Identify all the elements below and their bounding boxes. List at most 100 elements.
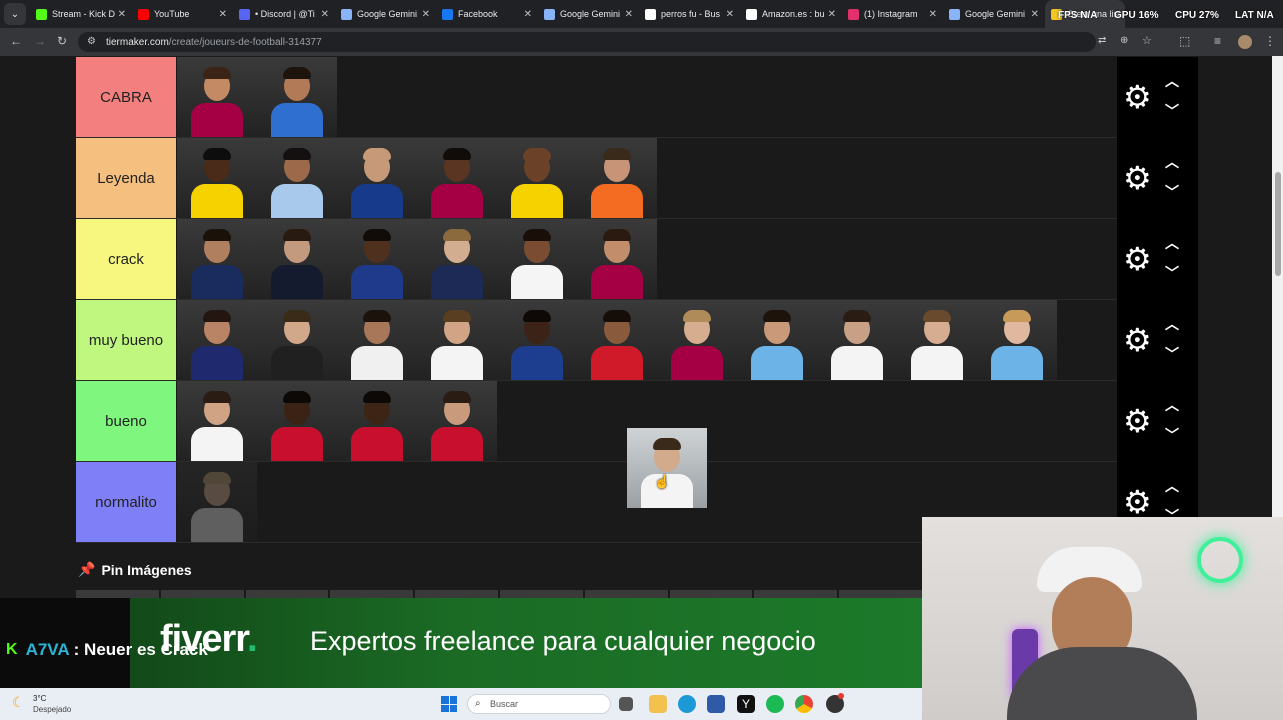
browser-tab[interactable]: YouTube ✕ [132,0,233,28]
player-image[interactable] [577,219,657,299]
move-down-icon[interactable]: ﹀ [1165,344,1179,364]
move-up-icon[interactable]: ︿ [1165,476,1179,496]
profile-avatar[interactable] [1238,35,1252,49]
close-tab-icon[interactable]: ✕ [321,9,329,20]
close-tab-icon[interactable]: ✕ [625,9,633,20]
edge-icon[interactable] [678,695,696,713]
bookmark-star-icon[interactable]: ☆ [1142,34,1152,47]
browser-tab[interactable]: Google Gemini ✕ [538,0,639,28]
app-y-icon[interactable]: Y [737,695,755,713]
browser-tab[interactable]: • Discord | @Ti ✕ [233,0,335,28]
player-image[interactable] [337,300,417,380]
player-image[interactable] [977,300,1057,380]
browser-tab[interactable]: Facebook ✕ [436,0,538,28]
taskbar-search[interactable]: ⌕ Buscar [467,694,611,714]
player-image[interactable] [497,219,577,299]
pushpin-icon[interactable]: 📌 [78,561,95,578]
player-image[interactable] [177,138,257,218]
close-tab-icon[interactable]: ✕ [828,9,836,20]
move-down-icon[interactable]: ﹀ [1165,425,1179,445]
player-image[interactable] [577,300,657,380]
close-tab-icon[interactable]: ✕ [524,9,532,20]
reload-icon[interactable]: ↻ [57,34,67,48]
scrollbar-thumb[interactable] [1275,172,1281,276]
player-image[interactable] [497,300,577,380]
browser-tab[interactable]: perros fu - Bus ✕ [639,0,740,28]
player-image[interactable] [177,300,257,380]
move-up-icon[interactable]: ︿ [1165,233,1179,253]
move-up-icon[interactable]: ︿ [1165,395,1179,415]
weather-temp[interactable]: 3°C [33,694,46,703]
gear-icon[interactable]: ⚙ [1123,160,1152,196]
player-image[interactable] [177,219,257,299]
chrome-icon[interactable] [795,695,813,713]
extensions-icon[interactable]: ⬚ [1179,34,1190,48]
windows-start-icon[interactable] [441,696,457,712]
menu-kebab-icon[interactable]: ⋮ [1264,34,1276,48]
player-image[interactable] [417,219,497,299]
forward-icon[interactable]: → [34,34,46,48]
spotify-icon[interactable] [766,695,784,713]
player-image[interactable] [737,300,817,380]
tier-label[interactable]: bueno [76,381,176,461]
player-image[interactable] [257,381,337,461]
browser-tab[interactable]: Stream - Kick D ✕ [30,0,132,28]
tier-label[interactable]: CABRA [76,57,176,137]
move-up-icon[interactable]: ︿ [1165,71,1179,91]
gear-icon[interactable]: ⚙ [1123,79,1152,115]
close-tab-icon[interactable]: ✕ [1031,9,1039,20]
close-tab-icon[interactable]: ✕ [422,9,430,20]
back-icon[interactable]: ← [10,34,22,48]
gear-icon[interactable]: ⚙ [1123,484,1152,520]
browser-tab[interactable]: Amazon.es : bu ✕ [740,0,842,28]
player-image[interactable] [627,428,707,508]
tier-label[interactable]: Leyenda [76,138,176,218]
player-image[interactable] [657,300,737,380]
tier-label[interactable]: normalito [76,462,176,542]
browser-tab[interactable]: Google Gemini ✕ [943,0,1045,28]
weather-desc[interactable]: Despejado [33,705,71,714]
close-tab-icon[interactable]: ✕ [929,9,937,20]
move-up-icon[interactable]: ︿ [1165,314,1179,334]
player-image[interactable] [177,462,257,542]
player-image[interactable] [257,300,337,380]
zoom-icon[interactable]: ⊕ [1120,35,1128,46]
tier-label[interactable]: crack [76,219,176,299]
player-image[interactable] [257,138,337,218]
address-bar[interactable]: ⚙ tiermaker.com/create/joueurs-de-footba… [78,32,1152,52]
player-image[interactable] [337,381,417,461]
close-tab-icon[interactable]: ✕ [726,9,734,20]
media-controls-icon[interactable]: ≡ [1214,34,1221,48]
site-info-icon[interactable]: ⚙ [87,36,96,47]
player-image[interactable] [257,57,337,137]
gear-icon[interactable]: ⚙ [1123,403,1152,439]
move-down-icon[interactable]: ﹀ [1165,101,1179,121]
move-down-icon[interactable]: ﹀ [1165,182,1179,202]
player-image[interactable] [417,138,497,218]
player-image[interactable] [177,381,257,461]
player-image[interactable] [497,138,577,218]
file-explorer-icon[interactable] [649,695,667,713]
player-image[interactable] [417,381,497,461]
task-view-icon[interactable] [619,697,633,711]
browser-tab[interactable]: (1) Instagram ✕ [842,0,943,28]
close-tab-icon[interactable]: ✕ [118,9,126,20]
player-image[interactable] [337,219,417,299]
gear-icon[interactable]: ⚙ [1123,241,1152,277]
tab-search-button[interactable]: ⌄ [4,3,26,25]
player-image[interactable] [577,138,657,218]
dragged-player-image[interactable] [627,428,708,508]
gear-icon[interactable]: ⚙ [1123,322,1152,358]
translate-icon[interactable]: ⇄ [1098,35,1106,46]
player-image[interactable] [337,138,417,218]
close-tab-icon[interactable]: ✕ [219,9,227,20]
tier-label[interactable]: muy bueno [76,300,176,380]
browser-tab[interactable]: Google Gemini ✕ [335,0,436,28]
player-image[interactable] [257,219,337,299]
player-image[interactable] [817,300,897,380]
player-image[interactable] [417,300,497,380]
move-up-icon[interactable]: ︿ [1165,152,1179,172]
moon-weather-icon[interactable]: ☾ [12,694,25,711]
store-icon[interactable] [707,695,725,713]
player-image[interactable] [897,300,977,380]
